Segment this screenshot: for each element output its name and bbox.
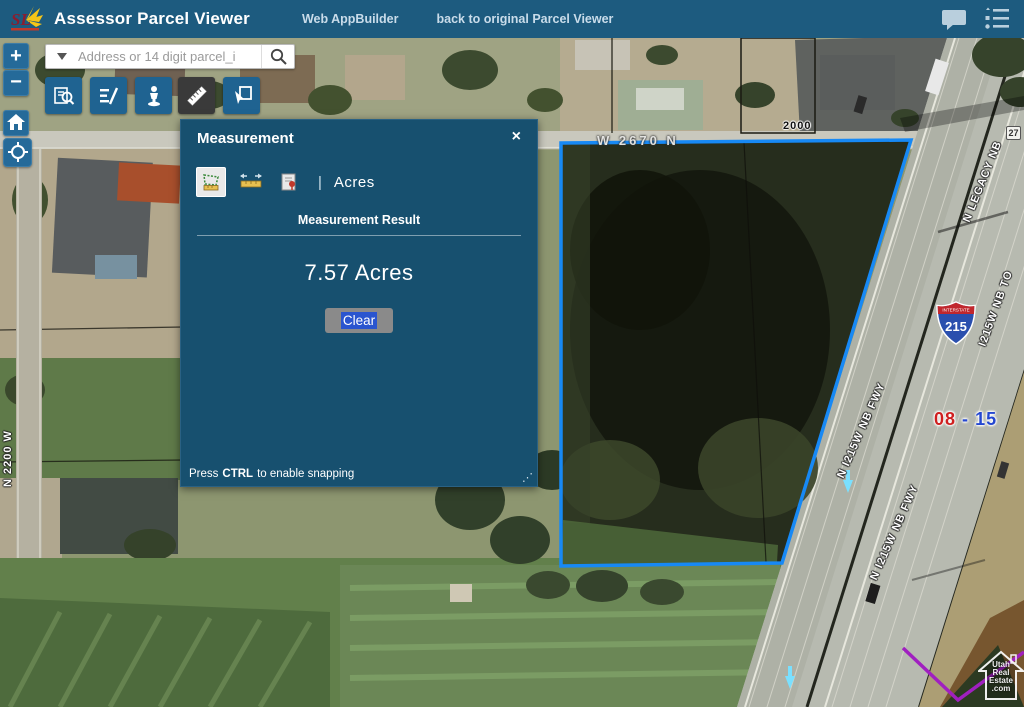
app-title: Assessor Parcel Viewer (54, 9, 250, 29)
measurement-result-value: 7.57 Acres (181, 260, 537, 286)
map-label-mile-marker: 08 - 15 (934, 409, 997, 430)
house-icon (7, 114, 25, 131)
nav-back-to-original[interactable]: back to original Parcel Viewer (436, 12, 613, 26)
distance-measure-button[interactable] (238, 169, 264, 195)
ruler-icon (185, 84, 209, 108)
svg-text:215: 215 (945, 319, 967, 334)
map-label-street: W 2670 N (597, 133, 679, 148)
area-measure-button[interactable] (196, 167, 226, 197)
chat-bubble-icon[interactable] (940, 7, 968, 31)
search-submit-button[interactable] (261, 45, 294, 68)
route-27-shield: 27 (1006, 126, 1021, 140)
panel-resize-handle[interactable]: ⋰ (522, 471, 533, 484)
svg-text:INTERSTATE: INTERSTATE (942, 308, 969, 313)
streetview-pegman-icon (143, 85, 165, 107)
panel-divider (197, 235, 521, 236)
nav-web-appbuilder[interactable]: Web AppBuilder (302, 12, 399, 26)
distance-measure-icon (239, 172, 263, 192)
zoom-in-button[interactable]: + (3, 43, 29, 69)
utah-real-estate-watermark: Utah Real Estate .com (978, 649, 1024, 701)
crosshair-icon (8, 142, 28, 162)
unit-separator: | (318, 174, 322, 191)
caret-down-icon (57, 53, 67, 60)
home-extent-button[interactable] (3, 110, 29, 136)
location-measure-icon (279, 171, 299, 193)
search-bar (45, 44, 295, 69)
interstate-215-shield-icon: INTERSTATE 215 (936, 301, 976, 345)
attribute-search-tool-button[interactable] (45, 77, 82, 114)
close-icon[interactable]: × (508, 126, 525, 148)
attribute-search-icon (53, 85, 75, 107)
map-label-n2200w: N 2200 W (2, 430, 14, 487)
menu-list-icon[interactable] (984, 7, 1010, 31)
edit-lines-icon (98, 85, 120, 107)
mile-left: 08 (934, 409, 956, 429)
clear-button[interactable]: Clear (325, 308, 393, 333)
map-label-house-number: 2000 (783, 120, 811, 132)
my-location-button[interactable] (3, 138, 32, 167)
search-input[interactable] (78, 45, 261, 68)
measurement-tool-row: | Acres (196, 167, 537, 197)
snapping-hint: PressCTRLto enable snapping (189, 468, 354, 480)
measurement-tool-button[interactable] (178, 77, 215, 114)
mile-right: 15 (975, 409, 997, 429)
draw-edit-tool-button[interactable] (90, 77, 127, 114)
measurement-result-heading: Measurement Result (181, 213, 537, 227)
streetview-tool-button[interactable] (135, 77, 172, 114)
measurement-panel: Measurement × (180, 119, 538, 487)
slco-logo: SL (8, 4, 44, 34)
svg-text:SL: SL (11, 10, 31, 29)
select-parcel-tool-button[interactable] (223, 77, 260, 114)
mile-sep: - (962, 409, 969, 429)
magnifier-icon (270, 48, 287, 65)
clear-button-label: Clear (341, 312, 377, 329)
unit-dropdown[interactable]: Acres (334, 174, 375, 191)
measurement-panel-title: Measurement (181, 120, 537, 147)
assessor-parcel-viewer-app: W 2670 N 2000 N LEGACY NB 27 I215W NB TO… (0, 0, 1024, 707)
app-header: SL Assessor Parcel Viewer Web AppBuilder… (0, 0, 1024, 38)
location-measure-button[interactable] (276, 169, 302, 195)
select-parcel-icon (231, 85, 253, 107)
zoom-out-button[interactable]: − (3, 70, 29, 96)
search-source-dropdown[interactable] (46, 45, 78, 68)
area-measure-icon (200, 171, 222, 193)
